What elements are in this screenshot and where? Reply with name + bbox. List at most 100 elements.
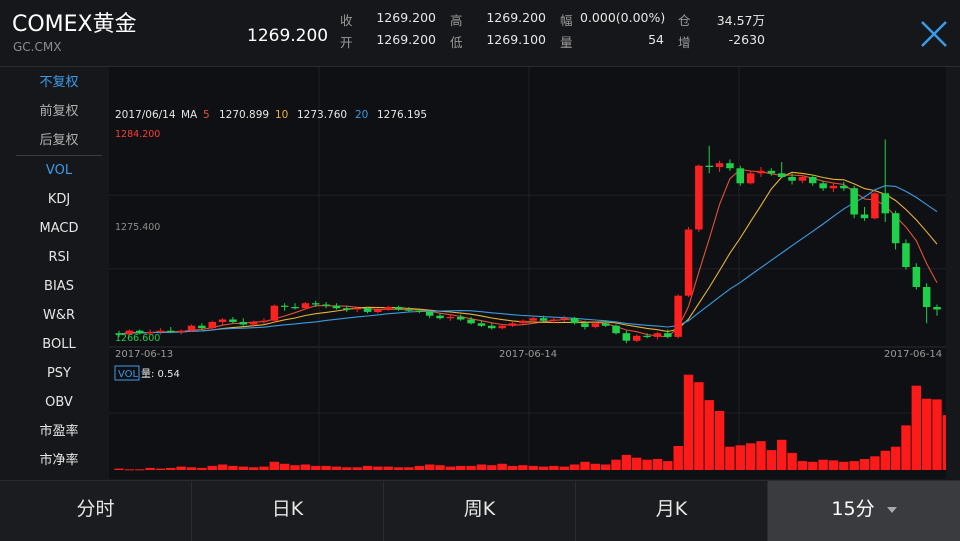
candle [643, 335, 651, 337]
tab-daily-k[interactable]: 日K [192, 481, 384, 541]
indicator-vol[interactable]: VOL [16, 157, 102, 185]
volume-bar [621, 454, 632, 470]
indicator-psy[interactable]: PSY [16, 360, 102, 388]
volume-bar [735, 445, 745, 470]
volume-bar [445, 466, 456, 470]
candle [322, 304, 330, 306]
volume-bar [538, 466, 549, 470]
candle [767, 170, 776, 174]
candle [177, 330, 185, 332]
candle [415, 310, 424, 312]
adjust-backward[interactable]: 后复权 [16, 127, 102, 155]
volume-bar [901, 425, 911, 470]
candle [633, 335, 641, 341]
candle [757, 170, 765, 174]
close-icon[interactable] [918, 18, 950, 50]
candle [570, 318, 579, 324]
volume-bar [704, 400, 714, 470]
candle [394, 307, 403, 310]
indicator-wr[interactable]: W&R [16, 302, 102, 330]
volume-bar [808, 461, 818, 470]
indicator-obv[interactable]: OBV [16, 389, 102, 417]
candle [933, 307, 941, 310]
candle [581, 323, 589, 327]
candle [477, 323, 486, 326]
volume-bar [528, 465, 538, 470]
volume-bar [155, 468, 166, 470]
quote-value-low: 1269.100 [486, 32, 546, 47]
adjust-forward[interactable]: 前复权 [16, 98, 102, 126]
volume-bar [694, 382, 704, 470]
volume-bar [911, 385, 921, 470]
indicator-macd[interactable]: MACD [16, 215, 102, 243]
volume-bar [321, 465, 331, 470]
indicator-boll[interactable]: BOLL [16, 331, 102, 359]
volume-bar [683, 374, 694, 470]
volume-bar [186, 467, 197, 470]
ma5-period: 5 [203, 109, 210, 121]
vol-readout: 量: 0.54 [141, 368, 180, 380]
indicator-kdj[interactable]: KDJ [16, 186, 102, 214]
candle [519, 320, 527, 324]
vol-tag: VOL [118, 369, 139, 380]
candle [591, 323, 600, 327]
indicator-pe[interactable]: 市盈率 [16, 418, 102, 446]
candle [229, 319, 237, 322]
candle [622, 333, 631, 341]
candle [653, 333, 662, 337]
candle [384, 307, 392, 310]
volume-bar [745, 443, 756, 470]
indicator-rsi[interactable]: RSI [16, 244, 102, 272]
sidebar-divider [16, 155, 102, 156]
candle [726, 163, 734, 169]
volume-bar [777, 439, 787, 470]
quote-value-open-interest: 34.57万 [716, 13, 765, 28]
candle [850, 188, 858, 215]
candle [405, 309, 413, 311]
tab-monthly-k[interactable]: 月K [576, 481, 768, 541]
chevron-down-icon [886, 506, 897, 513]
volume-bar [404, 467, 414, 470]
volume-bar [518, 465, 528, 470]
adjust-none[interactable]: 不复权 [16, 69, 102, 97]
quote-value-open: 1269.200 [376, 32, 436, 47]
indicator-sidebar: 不复权 前复权 后复权 VOL KDJ MACD RSI BIAS W&R BO… [0, 67, 108, 479]
volume-bar [300, 464, 311, 470]
ma20-period: 20 [355, 109, 368, 121]
candle [488, 325, 496, 329]
quote-label-close: 收 [340, 13, 353, 28]
candle [819, 183, 827, 189]
tab-timeshare[interactable]: 分时 [0, 481, 192, 541]
candle [695, 165, 703, 230]
quote-value-increase: -2630 [728, 32, 765, 47]
volume-bar [611, 459, 621, 470]
indicator-pb[interactable]: 市净率 [16, 447, 102, 475]
volume-bar [238, 466, 248, 470]
candle [425, 312, 434, 316]
candle [457, 317, 465, 320]
kline-chart: 2017/06/14 MA 5 1270.899 10 1273.760 20 … [109, 67, 946, 471]
candle [436, 315, 444, 319]
volume-bar [259, 466, 269, 470]
volume-bar [839, 461, 849, 470]
ma-legend-label: MA [181, 109, 198, 121]
volume-bar [393, 467, 404, 470]
candle [353, 308, 361, 310]
quote-label-change: 幅 [560, 13, 573, 28]
candle [280, 305, 289, 307]
kline-chart-area[interactable]: 2017/06/14 MA 5 1270.899 10 1273.760 20 … [109, 67, 946, 479]
tab-15min[interactable]: 15分 [768, 481, 960, 541]
volume-bar [311, 465, 321, 470]
candle [778, 173, 786, 177]
candle [156, 330, 165, 332]
x-date-start: 2017-06-13 [115, 349, 173, 360]
quote-value-volume: 54 [648, 32, 664, 47]
quote-value-change: 0.000(0.00%) [580, 10, 666, 25]
tab-weekly-k[interactable]: 周K [384, 481, 576, 541]
volume-bar [290, 465, 300, 470]
volume-bar [828, 460, 839, 470]
candle [550, 319, 558, 321]
candle [715, 163, 724, 167]
indicator-bias[interactable]: BIAS [16, 273, 102, 301]
volume-bar [425, 464, 435, 470]
